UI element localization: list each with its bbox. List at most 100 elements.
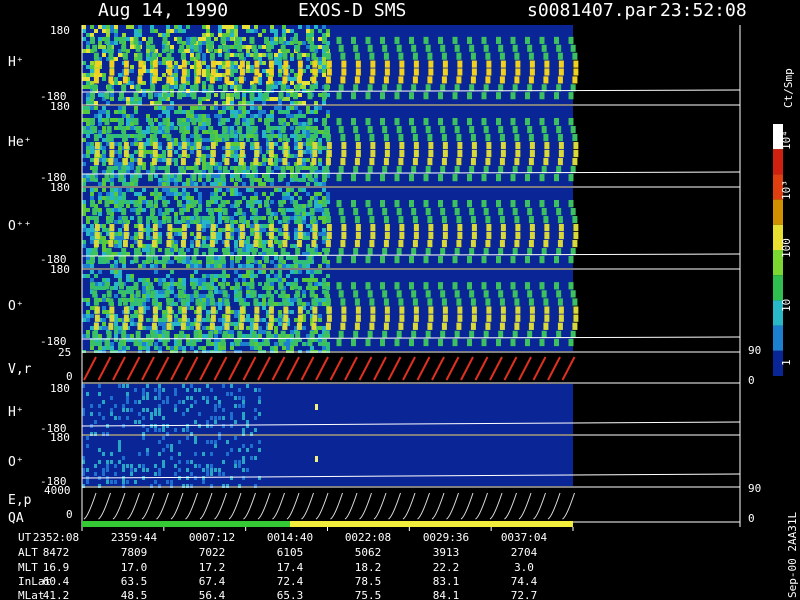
spectrogram-cell <box>122 456 125 460</box>
spectrogram-cell <box>146 244 150 248</box>
spectrogram-cell <box>102 110 106 114</box>
spectrogram-arc-cell <box>191 200 197 208</box>
spectrogram-arc-cell <box>557 322 563 330</box>
spectrogram-arc-cell <box>499 76 505 84</box>
spectrogram-cell <box>206 33 210 37</box>
spectrogram-cell <box>250 114 254 118</box>
spectrogram-cell <box>302 188 306 192</box>
spectrogram-arc-cell <box>283 314 289 322</box>
spectrogram-cell <box>166 110 170 114</box>
spectrogram-arc-cell <box>367 166 373 174</box>
spectrogram-cell <box>270 192 274 196</box>
spectrogram-cell <box>326 274 330 278</box>
spectrogram-arc-cell <box>90 92 95 100</box>
spectrogram-arc-cell <box>554 92 559 100</box>
spectrogram-cell <box>206 464 209 468</box>
spectrogram-cell <box>146 468 149 472</box>
spectrogram-cell <box>90 192 94 196</box>
spectrogram-cell <box>278 101 282 105</box>
spectrogram-cell <box>242 106 246 110</box>
spectrogram-arc-cell <box>322 282 327 290</box>
spectrogram-cell <box>126 274 130 278</box>
spectrogram-arc-cell <box>510 174 516 182</box>
spectrogram-cell <box>318 158 322 162</box>
spectrogram-cell <box>102 236 106 240</box>
spectrogram-arc-cell <box>557 216 563 224</box>
ephemeris-cell: 2359:44 <box>111 531 158 544</box>
spectrogram-arc-cell <box>92 166 98 174</box>
spectrogram-cell <box>234 61 238 65</box>
spectrogram-cell <box>246 264 250 268</box>
spectrogram-arc-cell <box>394 36 400 44</box>
spectrogram-arc-cell <box>543 134 549 142</box>
spectrogram-cell <box>218 61 222 65</box>
spectrogram-cell <box>142 294 146 298</box>
spectrogram-cell <box>246 166 250 170</box>
spectrogram-cell <box>90 25 94 29</box>
spectrogram-arc-cell <box>108 298 114 306</box>
spectrogram-cell <box>170 178 174 182</box>
spectrogram-arc-cell <box>220 200 226 208</box>
spectrogram-arc-cell <box>572 216 578 224</box>
spectrogram-cell <box>198 424 201 428</box>
spectrogram-cell <box>126 392 129 396</box>
spectrogram-cell <box>158 346 162 350</box>
spectrogram-cell <box>174 220 178 224</box>
spectrogram-cell <box>262 228 266 232</box>
ephemeris-cell: 72.4 <box>277 575 304 588</box>
spectrogram-cell <box>294 106 298 110</box>
spectrogram-cell <box>242 37 246 41</box>
spectrogram-arc-cell <box>151 52 157 60</box>
spectrogram-cell <box>186 196 190 200</box>
spectrogram-cell <box>218 220 222 224</box>
spectrogram-arc-cell <box>427 134 433 142</box>
spectrogram-cell <box>162 264 166 268</box>
spectrogram-arc-cell <box>454 126 460 134</box>
spectrogram-cell <box>294 192 298 196</box>
spectrogram-cell <box>282 110 286 114</box>
spectrogram-arc-cell <box>166 158 172 166</box>
spectrogram-cell <box>246 342 250 346</box>
spectrogram-arc-cell <box>427 216 433 224</box>
spectrogram-arc-cell <box>137 298 143 306</box>
spectrogram-arc-cell <box>181 314 187 322</box>
spectrogram-cell <box>130 41 134 45</box>
spectrogram-cell <box>158 408 161 412</box>
spectrogram-cell <box>270 178 274 182</box>
spectrogram-arc-cell <box>423 92 429 100</box>
spectrogram-cell <box>174 408 177 412</box>
spectrogram-cell <box>286 29 290 33</box>
spectrogram-arc-cell <box>266 330 272 339</box>
spectrogram-cell <box>254 260 258 264</box>
spectrogram-cell <box>162 278 166 282</box>
spectrogram-cell <box>306 236 310 240</box>
spectrogram-arc-cell <box>295 166 301 174</box>
spectrogram-arc-cell <box>441 240 447 248</box>
spectrogram-arc-cell <box>133 92 139 100</box>
spectrogram-cell <box>198 200 202 204</box>
spectrogram-cell <box>250 232 254 236</box>
spectrogram-cell <box>154 106 158 110</box>
spectrogram-arc-cell <box>442 68 448 76</box>
spectrogram-cell <box>266 196 270 200</box>
spectrogram-arc-cell <box>251 208 257 216</box>
spectrogram-arc-cell <box>133 200 139 208</box>
spectrogram-cell <box>166 25 170 29</box>
spectrogram-cell <box>162 150 166 154</box>
spectrogram-arc-cell <box>166 322 172 330</box>
ephemeris-cell: 0037:04 <box>501 531 548 544</box>
spectrogram-cell <box>98 208 102 212</box>
spectrogram-arc-cell <box>179 248 185 256</box>
spectrogram-arc-cell <box>338 330 344 339</box>
spectrogram-arc-cell <box>167 314 173 322</box>
spectrogram-arc-cell <box>264 92 269 100</box>
spectrogram-cell <box>190 65 194 69</box>
spectrogram-arc-cell <box>539 118 545 126</box>
spectrogram-cell <box>234 436 237 440</box>
spectrogram-cell <box>106 460 109 464</box>
spectrogram-cell <box>102 294 106 298</box>
spectrogram-cell <box>202 69 206 73</box>
spectrogram-arc-cell <box>267 158 273 166</box>
spectrogram-cell <box>174 25 178 29</box>
spectrogram-arc-cell <box>164 248 170 256</box>
